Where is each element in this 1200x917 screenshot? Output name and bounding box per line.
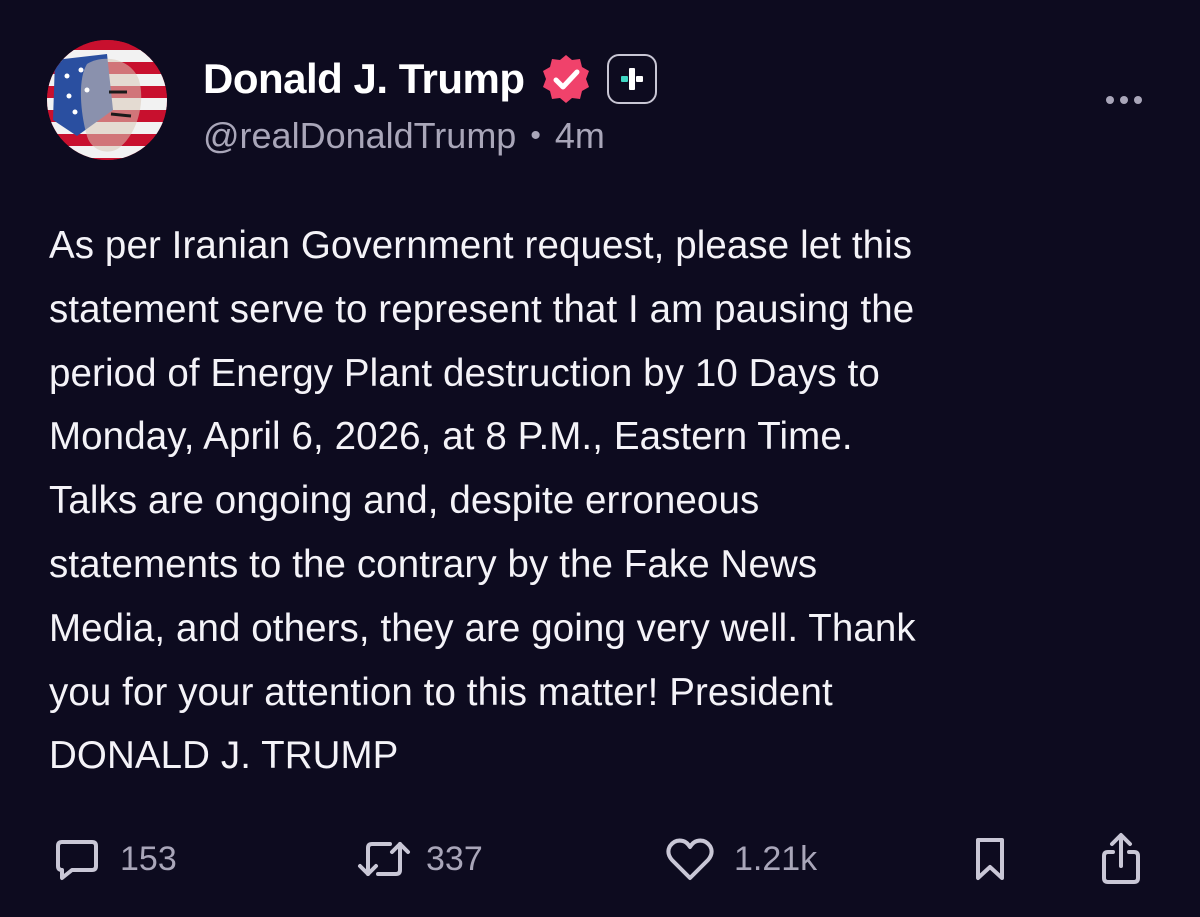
like-count: 1.21k <box>734 839 818 878</box>
repost-button[interactable]: 337 <box>356 826 483 892</box>
reply-count: 153 <box>120 839 177 878</box>
heart-icon <box>666 838 714 880</box>
post-card: Donald J. Trump @realDonaldTrump • 4m As… <box>0 0 1200 917</box>
bookmark-icon <box>976 838 1004 880</box>
plus-icon <box>620 68 643 90</box>
handle-row: @realDonaldTrump • 4m <box>203 113 605 159</box>
name-row: Donald J. Trump <box>203 52 657 106</box>
reply-button[interactable]: 153 <box>52 826 177 892</box>
follow-button[interactable] <box>606 54 657 104</box>
timestamp[interactable]: 4m <box>555 115 605 157</box>
bookmark-button[interactable] <box>970 826 1010 892</box>
separator-dot: • <box>530 119 541 152</box>
display-name[interactable]: Donald J. Trump <box>203 55 525 103</box>
avatar[interactable] <box>47 40 167 160</box>
more-dot-icon <box>1106 96 1114 104</box>
post-text: As per Iranian Government request, pleas… <box>49 224 916 778</box>
more-dot-icon <box>1120 96 1128 104</box>
avatar-image <box>47 40 167 160</box>
repost-count: 337 <box>426 839 483 878</box>
repost-icon <box>358 842 410 876</box>
share-button[interactable] <box>1098 826 1144 892</box>
verified-badge-icon <box>542 55 589 103</box>
handle[interactable]: @realDonaldTrump <box>203 115 516 157</box>
more-dot-icon <box>1134 96 1142 104</box>
action-bar: 153 337 1.21k <box>0 826 1200 892</box>
like-button[interactable]: 1.21k <box>664 826 817 892</box>
more-options-button[interactable] <box>1096 82 1152 118</box>
comment-icon <box>56 840 98 880</box>
share-icon <box>1102 833 1140 884</box>
